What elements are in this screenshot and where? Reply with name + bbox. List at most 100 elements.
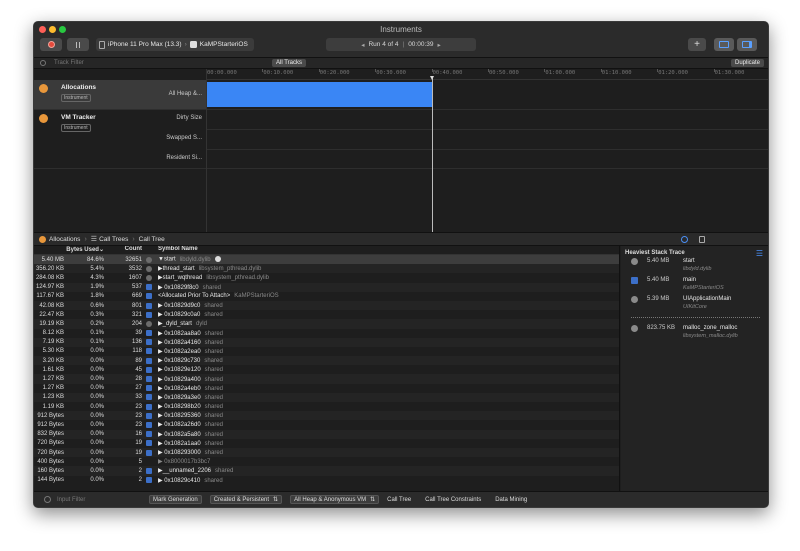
table-row[interactable]: 720 Bytes 0.0% 19 ▶ 0x108293000 shared <box>34 447 619 458</box>
info-icon[interactable] <box>681 236 688 243</box>
pause-button[interactable] <box>67 38 89 51</box>
column-count[interactable]: Count <box>104 246 142 254</box>
user-code-icon <box>146 467 152 474</box>
record-button[interactable] <box>40 38 62 51</box>
table-row[interactable]: 1.19 KB 0.0% 23 ▶ 0x108298b20 shared <box>34 402 619 411</box>
bytes-used: 1.27 KB <box>42 376 64 383</box>
target-selector[interactable]: iPhone 11 Pro Max (13.3) › KaMPStarteriO… <box>96 38 254 51</box>
pause-icon <box>75 41 81 48</box>
track-label-dirty: Dirty Size <box>176 115 202 121</box>
bytes-used: 124.97 KB <box>35 284 64 291</box>
allocation-count: 321 <box>131 311 142 318</box>
lifespan-popup[interactable]: Created & Persistent ⇅ <box>209 495 283 504</box>
table-row[interactable]: 912 Bytes 0.0% 23 ▶ 0x108295360 shared <box>34 411 619 421</box>
track-label-resident: Resident Si... <box>166 155 202 161</box>
track-divider <box>206 69 207 232</box>
toggle-detail-button[interactable] <box>714 38 734 51</box>
table-row[interactable]: 1.27 KB 0.0% 28 ▶ 0x10829a400 shared <box>34 374 619 384</box>
table-row[interactable]: 720 Bytes 0.0% 19 ▶ 0x1082a1aa0 shared <box>34 439 619 448</box>
track-filter-input[interactable]: Track Filter <box>54 60 84 66</box>
go-forward-icon[interactable] <box>214 256 221 263</box>
table-row[interactable]: 1.61 KB 0.0% 45 ▶ 0x10829e120 shared <box>34 365 619 374</box>
symbol-name: ▶ 0x10829a3e0 shared <box>158 394 224 401</box>
bottom-bar: Input Filter Mark Generation Created & P… <box>34 491 768 507</box>
percent-used: 0.0% <box>90 467 104 474</box>
allocation-type-popup[interactable]: All Heap & Anonymous VM ⇅ <box>290 495 380 504</box>
table-row[interactable]: 912 Bytes 0.0% 23 ▶ 0x1082a26d0 shared <box>34 420 619 429</box>
allocation-count: 19 <box>135 449 142 456</box>
table-row[interactable]: 3.20 KB 0.0% 89 ▶ 0x10829c730 shared <box>34 356 619 366</box>
system-library-icon <box>631 258 638 265</box>
table-row[interactable]: 160 Bytes 0.0% 2 ▶__unnamed_2206 shared <box>34 466 619 476</box>
duplicate-button[interactable]: Duplicate <box>730 59 764 67</box>
ruler-tick-label: 00:00.000 <box>207 70 237 76</box>
table-row[interactable]: 832 Bytes 0.0% 16 ▶ 0x1082a5a80 shared <box>34 429 619 439</box>
symbol-name: ▶ 0x1082a4160 shared <box>158 339 224 346</box>
library-name: shared <box>215 468 234 475</box>
mark-generation-button[interactable]: Mark Generation <box>149 495 202 504</box>
table-row[interactable]: 124.97 KB 1.9% 537 ▶ 0x10829f8c0 shared <box>34 282 619 292</box>
bytes-used: 284.08 KB <box>35 274 64 281</box>
document-icon[interactable] <box>699 236 705 243</box>
toggle-inspector-button[interactable] <box>737 38 757 51</box>
frame-size: 823.75 KB <box>647 325 676 331</box>
user-code-icon <box>146 357 152 364</box>
percent-used: 1.9% <box>90 284 104 291</box>
ruler-tick-label: 01:00.000 <box>545 70 576 76</box>
detail-navigation-bar: Allocations › ☰ Call Trees › Call Tree <box>34 232 768 246</box>
table-row[interactable]: 1.23 KB 0.0% 33 ▶ 0x10829a3e0 shared <box>34 392 619 402</box>
call-tree-constraints-menu[interactable]: Call Tree Constraints <box>425 497 481 503</box>
table-row[interactable]: 356.20 KB 5.4% 3532 ▶thread_start libsystem_… <box>34 264 619 274</box>
time-ruler[interactable]: 00:00.000 00:10.000 00:20.000 00:30.000 00:4… <box>206 69 768 80</box>
percent-used: 5.4% <box>90 265 104 272</box>
stack-frame[interactable]: 5.39 MB UIApplicationMain UIKitCore <box>631 295 760 313</box>
system-library-icon <box>146 256 152 263</box>
stack-frame[interactable]: 823.75 KB malloc_zone_malloc libsystem_mal… <box>631 324 760 342</box>
all-tracks-button[interactable]: All Tracks <box>272 59 307 67</box>
bytes-used: 42.08 KB <box>39 302 64 309</box>
call-tree-menu[interactable]: Call Tree <box>387 497 411 503</box>
table-row[interactable]: 144 Bytes 0.0% 2 ▶ 0x10829c410 shared <box>34 476 619 485</box>
ruler-tick-label: 01:10.000 <box>601 70 632 76</box>
bytes-used: 720 Bytes <box>37 440 64 447</box>
table-row[interactable]: 19.19 KB 0.2% 204 ▶_dyld_start dyld <box>34 319 619 329</box>
stack-frame[interactable]: 5.40 MB main KaMPStarteriOS <box>631 276 760 294</box>
window-title: Instruments <box>380 25 422 34</box>
instrument-vm-tracker[interactable]: VM Tracker Instrument Dirty Size Swapped… <box>34 110 206 169</box>
breadcrumb-allocations[interactable]: Allocations <box>49 236 80 243</box>
table-row[interactable]: 5.40 MB 84.6% 32651 ▼start libdyld.dylib <box>34 255 619 265</box>
track-allocations[interactable] <box>206 80 768 110</box>
data-mining-menu[interactable]: Data Mining <box>495 497 527 503</box>
library-name: dyld <box>195 321 207 328</box>
user-code-icon <box>146 412 152 419</box>
instrument-allocations[interactable]: Allocations Instrument All Heap &... <box>34 80 206 110</box>
bytes-used: 3.20 KB <box>42 357 64 364</box>
table-row[interactable]: 400 Bytes 0.0% 5 ▶ 0x8000017b3bc7 <box>34 457 619 466</box>
playhead[interactable] <box>429 76 434 232</box>
table-row[interactable]: 284.08 KB 4.3% 1607 ▶start_wqthread libsyste… <box>34 273 619 282</box>
add-instrument-button[interactable]: + <box>688 38 706 51</box>
table-row[interactable]: 117.67 KB 1.8% 669 <Allocated Prior To Atta… <box>34 292 619 301</box>
allocation-count: 33 <box>135 394 142 401</box>
table-row[interactable]: 42.08 KB 0.6% 801 ▶ 0x10829d9c0 shared <box>34 300 619 311</box>
track-swapped-size[interactable] <box>206 130 768 150</box>
column-bytes-used[interactable]: Bytes Used⌄ <box>34 246 104 254</box>
breadcrumb-call-trees[interactable]: Call Trees <box>99 236 128 243</box>
table-row[interactable]: 5.30 KB 0.0% 118 ▶ 0x1082a2ea0 shared <box>34 347 619 356</box>
breadcrumb-call-tree[interactable]: Call Tree <box>139 236 165 243</box>
percent-used: 0.1% <box>90 339 104 346</box>
stack-frame[interactable]: 5.40 MB start libdyld.dylib <box>631 257 760 275</box>
table-row[interactable]: 8.12 KB 0.1% 39 ▶ 0x1082aa8a0 shared <box>34 329 619 338</box>
input-filter-field[interactable]: Input Filter <box>57 497 149 503</box>
call-tree-table: Bytes Used⌄ Count Symbol Name 5.40 MB 84.… <box>34 246 620 492</box>
user-code-icon <box>146 311 152 318</box>
track-dirty-size[interactable] <box>206 110 768 130</box>
column-symbol-name[interactable]: Symbol Name <box>158 246 198 254</box>
side-panel-title: Heaviest Stack Trace <box>625 250 685 256</box>
table-row[interactable]: 22.47 KB 0.3% 321 ▶ 0x10829c0a0 shared <box>34 310 619 319</box>
table-row[interactable]: 1.27 KB 0.0% 27 ▶ 0x1082a4eb0 shared <box>34 384 619 393</box>
run-selector[interactable]: ◂ Run 4 of 4 | 00:00:39 ▸ <box>326 38 476 51</box>
table-row[interactable]: 7.19 KB 0.1% 136 ▶ 0x1082a4160 shared <box>34 337 619 347</box>
track-resident-size[interactable] <box>206 150 768 169</box>
user-code-icon <box>146 403 152 410</box>
